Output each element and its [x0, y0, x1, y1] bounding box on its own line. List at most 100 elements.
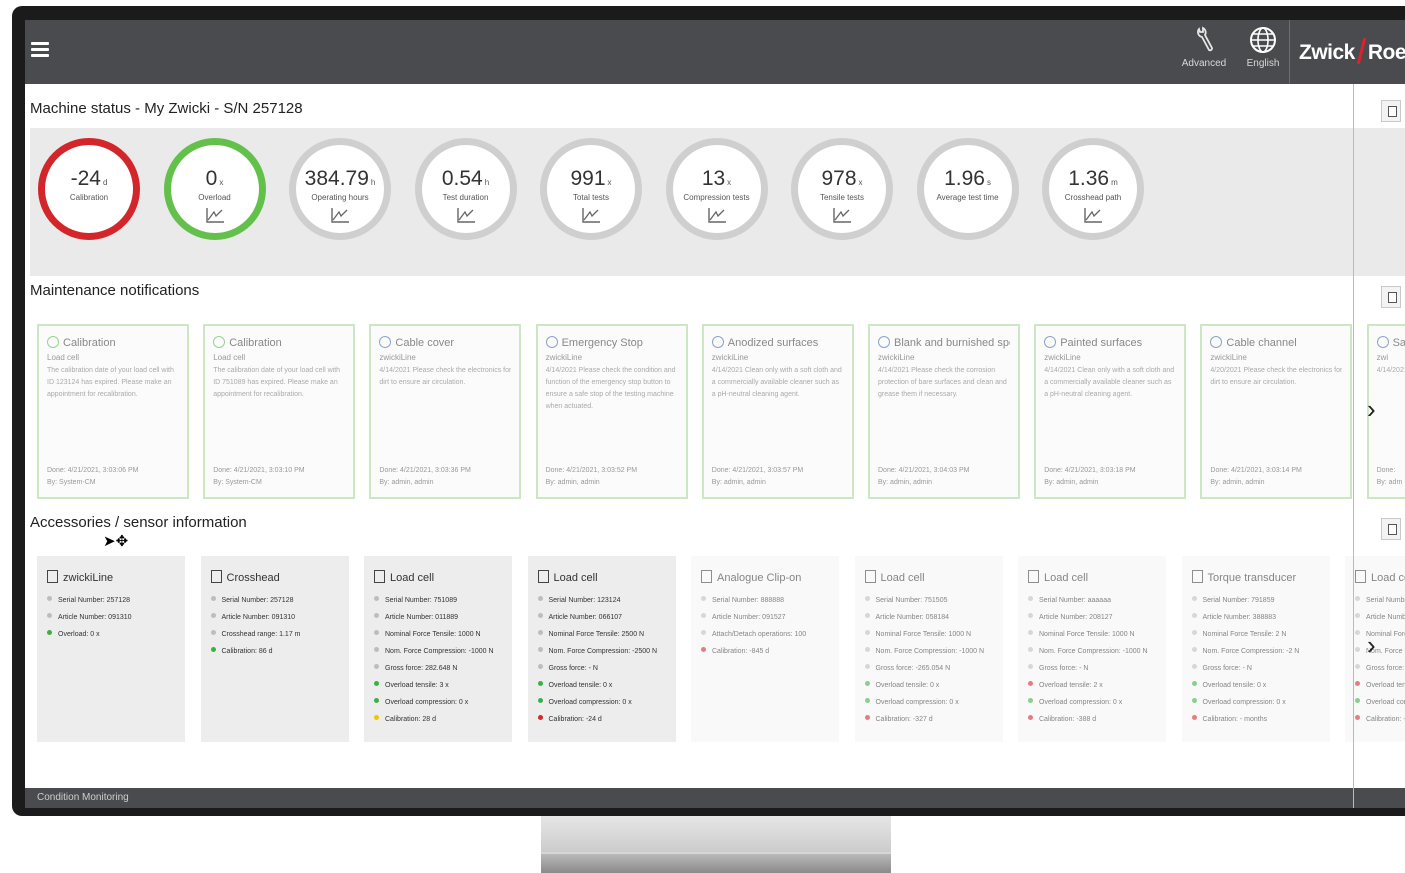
- maintenance-card[interactable]: Anodized surfaces zwickiLine 4/14/2021 Cle…: [701, 324, 854, 499]
- clock-icon: [545, 336, 558, 348]
- accessory-property: Nom. Force Compression: -1000 N: [1028, 643, 1156, 660]
- gauge-band: -24 d Calibration 0 x Overload 384.79 h Operatin…: [30, 128, 1405, 276]
- gauge-operating-hours[interactable]: 384.79 h Operating hours: [289, 138, 391, 240]
- gauge-compression-tests[interactable]: 13 x Compression tests: [665, 138, 768, 240]
- status-dot: [701, 647, 706, 652]
- card-done: Done: 4/21/2021, 3:03:06 PM: [47, 467, 139, 474]
- zwickroell-logo: ZwickRoell: [1299, 38, 1405, 65]
- trend-chart-icon[interactable]: [456, 207, 476, 223]
- status-dot: [374, 664, 379, 669]
- status-dot: [537, 698, 543, 703]
- card-by: By: adm: [1376, 479, 1403, 486]
- status-dot: [1355, 613, 1360, 618]
- status-dot: [537, 681, 543, 686]
- accessory-card[interactable]: Load cell Serial Number: 751505 Article Nu…: [854, 556, 1003, 742]
- accessory-title: Analogue Clip-on: [717, 572, 802, 584]
- check-icon: [213, 336, 226, 348]
- accessory-property: Calibration: 86 d: [210, 643, 339, 660]
- card-title: Anodized surfaces: [727, 337, 819, 349]
- status-dot: [1028, 715, 1033, 720]
- gauge-test-duration[interactable]: 0.54 h Test duration: [414, 138, 517, 240]
- accessory-property: Calibration: -845 d: [701, 643, 829, 660]
- status-dot: [537, 596, 543, 601]
- gauge-calibration[interactable]: -24 d Calibration: [38, 138, 140, 240]
- maintenance-card[interactable]: Calibration Load cell The calibration date…: [203, 324, 356, 499]
- status-dot: [1355, 681, 1360, 686]
- accessories-report-icon[interactable]: [1381, 518, 1401, 540]
- status-dot: [1191, 681, 1197, 686]
- accessory-property: Overload compression: 0 x: [864, 694, 993, 711]
- machine-status-report-icon[interactable]: [1381, 100, 1401, 122]
- maintenance-card[interactable]: Painted surfaces zwickiLine 4/14/2021 Clea…: [1034, 324, 1187, 499]
- maintenance-card[interactable]: Cable cover zwickiLine 4/14/2021 Please ch…: [369, 324, 522, 499]
- card-title: Calibration: [63, 337, 116, 349]
- maintenance-next-chevron-right-icon[interactable]: ›: [1367, 394, 1376, 425]
- card-by: By: System-CM: [47, 479, 96, 486]
- status-dot: [864, 647, 870, 652]
- hamburger-icon[interactable]: [31, 42, 49, 58]
- sensor-icon: [210, 570, 222, 583]
- advanced-button[interactable]: Advanced: [1175, 26, 1233, 78]
- accessory-property: Calibration: -327 d: [864, 711, 993, 728]
- maintenance-card[interactable]: Calibration Load cell The calibration date…: [37, 324, 189, 499]
- accessory-property: Serial Number: 888888: [701, 592, 829, 609]
- card-text: 4/14/2021 Clean only with a soft cloth a…: [711, 367, 842, 398]
- accessory-title: Load cell: [1044, 572, 1089, 584]
- maintenance-report-icon[interactable]: [1381, 286, 1401, 308]
- accessory-title: Crosshead: [226, 572, 280, 584]
- gauge-label: Compression tests: [683, 193, 750, 202]
- card-text: 4/14/2021 Please check the corrosion pro…: [878, 367, 1007, 398]
- sensor-icon: [864, 570, 876, 583]
- sensor-icon: [701, 570, 712, 583]
- language-button[interactable]: English: [1241, 26, 1285, 78]
- accessory-card[interactable]: Load cell Serial Number: 123124 Article Nu…: [527, 556, 676, 742]
- trend-chart-icon[interactable]: [707, 207, 727, 223]
- trend-chart-icon[interactable]: [330, 207, 350, 223]
- accessory-property: Gross force: - N: [1191, 660, 1320, 677]
- accessory-property: Gross force: - N: [537, 660, 666, 677]
- card-text: The calibration date of your load cell w…: [47, 367, 174, 398]
- status-dot: [374, 630, 379, 635]
- top-bar: Advanced English ZwickRoell: [25, 20, 1405, 84]
- accessory-property: Calibration: -24 d: [537, 711, 666, 728]
- gauge-value: 1.96 s: [944, 167, 991, 190]
- trend-chart-icon[interactable]: [205, 207, 225, 223]
- gauge-tensile-tests[interactable]: 978 x Tensile tests: [791, 138, 893, 240]
- status-dot: [864, 630, 870, 635]
- accessory-property: Article Number: 388883: [1191, 609, 1320, 626]
- maintenance-card[interactable]: Emergency Stop zwickiLine 4/14/2021 Please…: [535, 324, 688, 499]
- status-dot: [210, 613, 216, 618]
- gauge-total-tests[interactable]: 991 x Total tests: [540, 138, 642, 240]
- status-dot: [47, 613, 52, 618]
- accessories-next-chevron-right-icon[interactable]: ›: [1367, 630, 1376, 661]
- gauge-value: 978 x: [821, 167, 863, 190]
- gauge-crosshead-path[interactable]: 1.36 m Crosshead path: [1042, 138, 1144, 240]
- trend-chart-icon[interactable]: [1083, 207, 1103, 223]
- accessory-card[interactable]: Crosshead Serial Number: 257128 Article Nu…: [200, 556, 349, 742]
- gauge-average-test-time[interactable]: 1.96 s Average test time: [916, 138, 1019, 240]
- status-dot: [1028, 698, 1033, 703]
- maintenance-card[interactable]: Blank and burnished spots zwickiLine 4/14/…: [868, 324, 1020, 499]
- accessory-property: Article Number: 066107: [537, 609, 666, 626]
- accessory-property: Calibration: -388 d: [1028, 711, 1156, 728]
- accessory-property: Overload tensile: 2 x: [1028, 677, 1156, 694]
- maintenance-title: Maintenance notifications: [30, 282, 200, 299]
- status-dot: [537, 613, 543, 618]
- status-dot: [1355, 698, 1360, 703]
- status-dot: [374, 681, 379, 686]
- gauge-overload[interactable]: 0 x Overload: [163, 138, 266, 240]
- accessory-card[interactable]: zwickiLine Serial Number: 257128 Article N…: [37, 556, 185, 742]
- card-subject: zwi: [1376, 353, 1389, 362]
- accessory-card[interactable]: Analogue Clip-on Serial Number: 888888 Art…: [691, 556, 839, 742]
- card-by: By: admin, admin: [878, 479, 933, 486]
- trend-chart-icon[interactable]: [832, 207, 852, 223]
- card-subject: zwickiLine: [379, 353, 416, 362]
- accessory-card[interactable]: Load cell Serial Number: 751089 Article Nu…: [364, 556, 512, 742]
- trend-chart-icon[interactable]: [581, 207, 601, 223]
- status-dot: [374, 596, 379, 601]
- status-dot: [1191, 664, 1197, 669]
- accessory-card[interactable]: Torque transducer Serial Number: 791859 Ar…: [1181, 556, 1330, 742]
- maintenance-card[interactable]: Cable channel zwickiLine 4/20/2021 Please …: [1200, 324, 1353, 499]
- accessory-property: Overload compression: 0 x: [1355, 694, 1405, 711]
- accessory-card[interactable]: Load cell Serial Number: aaaaaa Article Nu…: [1018, 556, 1166, 742]
